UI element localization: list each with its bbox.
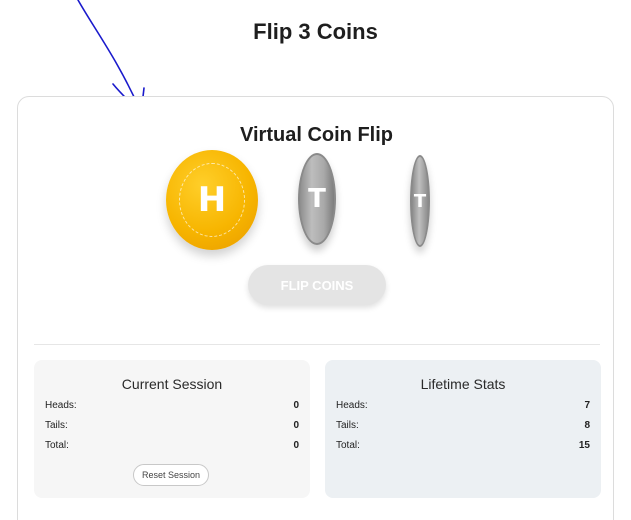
stat-row-heads: Heads: 0 — [45, 398, 299, 412]
page-title: Flip 3 Coins — [253, 19, 378, 44]
flip-coins-button[interactable]: FLIP COINS — [248, 265, 386, 305]
page: Flip 3 Coins Virtual Coin Flip H T T FLI… — [0, 0, 631, 520]
coin-ring — [179, 163, 245, 237]
card-title: Virtual Coin Flip — [240, 124, 393, 146]
stat-label: Heads: — [45, 399, 77, 411]
coin-3-face: T — [413, 190, 427, 212]
stat-value: 0 — [293, 419, 299, 431]
coin-3-tails: T — [410, 155, 430, 247]
coin-flip-card: Virtual Coin Flip H T T FLIP COINS Curre… — [17, 96, 614, 520]
stat-value: 8 — [584, 419, 590, 431]
stat-label: Heads: — [336, 399, 368, 411]
stat-value: 15 — [578, 439, 590, 451]
stat-label: Total: — [336, 439, 360, 451]
coin-2-face: T — [308, 184, 326, 214]
stat-row-total: Total: 15 — [336, 438, 590, 452]
current-session-title: Current Session — [121, 376, 223, 392]
stat-row-heads: Heads: 7 — [336, 398, 590, 412]
stat-row-total: Total: 0 — [45, 438, 299, 452]
stat-label: Tails: — [45, 419, 68, 431]
reset-session-button[interactable]: Reset Session — [133, 464, 209, 486]
stat-label: Tails: — [336, 419, 359, 431]
stat-row-tails: Tails: 8 — [336, 418, 590, 432]
lifetime-stats-title: Lifetime Stats — [420, 376, 506, 392]
coin-2-tails: T — [298, 153, 336, 245]
stat-label: Total: — [45, 439, 69, 451]
current-session-panel: Current Session Heads: 0 Tails: 0 Total:… — [34, 360, 310, 498]
coin-1-heads: H — [166, 150, 258, 250]
stat-value: 0 — [293, 399, 299, 411]
stat-value: 7 — [584, 399, 590, 411]
stat-row-tails: Tails: 0 — [45, 418, 299, 432]
divider — [34, 344, 600, 345]
stat-value: 0 — [293, 439, 299, 451]
lifetime-stats-panel: Lifetime Stats Heads: 7 Tails: 8 Total: … — [325, 360, 601, 498]
